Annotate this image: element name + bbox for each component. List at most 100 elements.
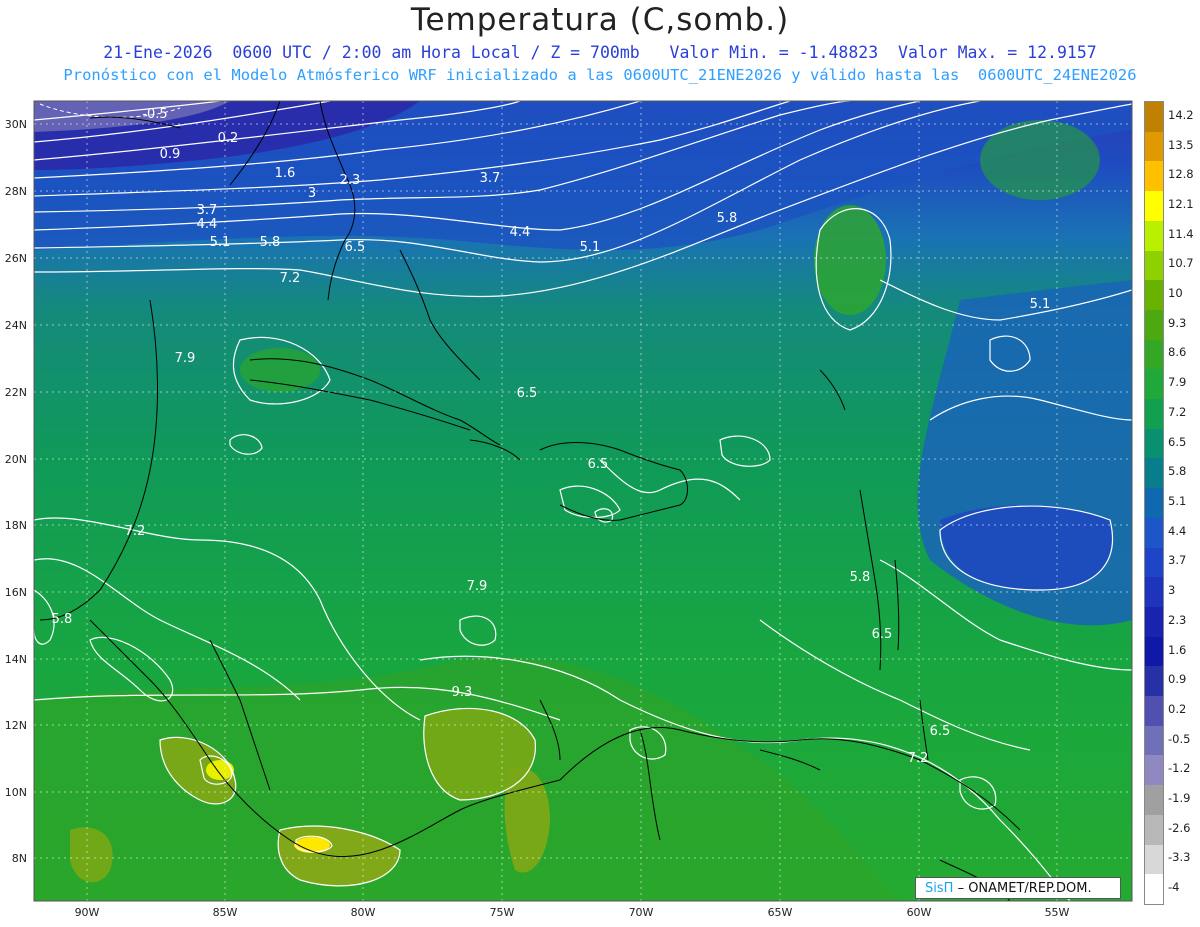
colorbar-label: 3.7: [1168, 553, 1187, 568]
colorbar-label: 0.2: [1168, 701, 1187, 716]
colorbar-cell: [1145, 577, 1163, 608]
contour-label: 7.9: [467, 579, 488, 594]
colorbar-cell: [1145, 755, 1163, 786]
colorbar-cell: [1145, 606, 1163, 638]
colorbar-label: 5.8: [1168, 464, 1187, 479]
contour-label: 5.8: [717, 211, 738, 226]
colorbar-cell: [1145, 161, 1163, 192]
colorbar-label: -4: [1168, 880, 1180, 895]
colorbar-label: 10.7: [1168, 256, 1194, 271]
colorbar-label: 10: [1168, 286, 1183, 301]
colorbar-label: -0.5: [1168, 731, 1191, 746]
contour-label: 4.4: [510, 225, 531, 240]
contour-label: 5.1: [580, 240, 601, 255]
green-patch-atlantic: [814, 205, 886, 315]
temperature-map: 30N 28N 26N 24N 22N 20N 18N 16N 14N 12N 10N 8N 90W 8…: [5, 100, 1133, 919]
green-patch-cuba: [240, 348, 320, 392]
lon-label: 90W: [75, 906, 100, 919]
colorbar-label: 3: [1168, 583, 1176, 598]
contour-label: 7.2: [280, 271, 301, 286]
colorbar-cell: [1145, 844, 1163, 875]
onamet-credit-text: – ONAMET/REP.DOM.: [957, 881, 1092, 896]
contour-label: -0.5: [142, 107, 167, 122]
colorbar-label: 7.2: [1168, 404, 1187, 419]
colorbar-label: -1.9: [1168, 791, 1191, 806]
colorbar-label: 0.9: [1168, 672, 1187, 687]
colorbar-cell: [1145, 220, 1163, 252]
colorbar-cell: [1145, 874, 1163, 905]
colorbar: [1144, 101, 1164, 905]
lon-label: 80W: [351, 906, 376, 919]
colorbar-label: 12.8: [1168, 167, 1194, 182]
contour-label: 6.5: [872, 627, 893, 642]
colorbar-cell: [1145, 814, 1163, 846]
lat-label: 10N: [5, 786, 27, 799]
colorbar-label: 4.4: [1168, 523, 1187, 538]
colorbar-label: 9.3: [1168, 315, 1187, 330]
lon-label: 55W: [1045, 906, 1070, 919]
colorbar-cell: [1145, 458, 1163, 489]
contour-label: 6.5: [517, 386, 538, 401]
lon-label: 75W: [490, 906, 515, 919]
contour-label: 6.5: [930, 724, 951, 739]
colorbar-cell: [1145, 488, 1163, 519]
contour-label: 9.3: [452, 685, 473, 700]
colorbar-label: 6.5: [1168, 434, 1187, 449]
colorbar-cell: [1145, 280, 1163, 311]
colorbar-cell: [1145, 309, 1163, 341]
lon-label: 85W: [213, 906, 238, 919]
colorbar-cell: [1145, 250, 1163, 281]
lat-label: 14N: [5, 653, 27, 666]
lat-label: 20N: [5, 453, 27, 466]
lat-label: 22N: [5, 386, 27, 399]
longitude-labels: 90W 85W 80W 75W 70W 65W 60W 55W: [75, 906, 1070, 919]
lon-label: 65W: [768, 906, 793, 919]
contour-label: 2.3: [340, 173, 361, 188]
contour-label: 5.1: [210, 235, 231, 250]
lon-label: 70W: [629, 906, 654, 919]
contour-label: 4.4: [197, 217, 218, 232]
colorbar-cell: [1145, 131, 1163, 162]
colorbar-cell: [1145, 191, 1163, 222]
contour-label: 7.2: [125, 524, 146, 539]
contour-label: 5.8: [260, 235, 281, 250]
colorbar-cell: [1145, 369, 1163, 400]
lat-label: 16N: [5, 586, 27, 599]
colorbar-label: -1.2: [1168, 761, 1191, 776]
colorbar-label: 8.6: [1168, 345, 1187, 360]
colorbar-label: -3.3: [1168, 850, 1191, 865]
colorbar-label: 7.9: [1168, 375, 1187, 390]
sispi-logo-text: SisΠ: [925, 881, 954, 896]
contour-label: 6.5: [345, 240, 366, 255]
lat-label: 8N: [12, 852, 27, 865]
contour-label: 3: [308, 186, 316, 201]
colorbar-label: 1.6: [1168, 642, 1187, 657]
hot-spot-costa-rica: [206, 760, 234, 780]
contour-label: 3.7: [197, 203, 218, 218]
contour-label: 5.8: [850, 570, 871, 585]
lat-label: 12N: [5, 719, 27, 732]
colorbar-cell: [1145, 696, 1163, 727]
contour-label: 7.9: [175, 351, 196, 366]
lat-label: 24N: [5, 319, 27, 332]
colorbar-cell: [1145, 102, 1163, 133]
contour-label: 5.8: [52, 612, 73, 627]
colorbar-cell: [1145, 666, 1163, 697]
contour-label: 3.7: [480, 171, 501, 186]
latitude-labels: 30N 28N 26N 24N 22N 20N 18N 16N 14N 12N 10N 8N: [5, 118, 27, 865]
lat-label: 18N: [5, 519, 27, 532]
colorbar-cell: [1145, 517, 1163, 549]
green-patch-ne: [980, 120, 1100, 200]
contour-label: 0.9: [160, 147, 181, 162]
lat-label: 26N: [5, 252, 27, 265]
colorbar-label: 11.4: [1168, 226, 1194, 241]
colorbar-label: 5.1: [1168, 494, 1187, 508]
contour-label: 1.6: [275, 166, 296, 181]
lon-label: 60W: [907, 906, 932, 919]
colorbar-label: -2.6: [1168, 820, 1191, 835]
colorbar-cell: [1145, 339, 1163, 370]
colorbar-label: 14.2: [1168, 107, 1194, 122]
contour-label: 6.5: [588, 457, 609, 472]
colorbar-cell: [1145, 785, 1163, 816]
contour-label: 5.1: [1030, 297, 1051, 312]
